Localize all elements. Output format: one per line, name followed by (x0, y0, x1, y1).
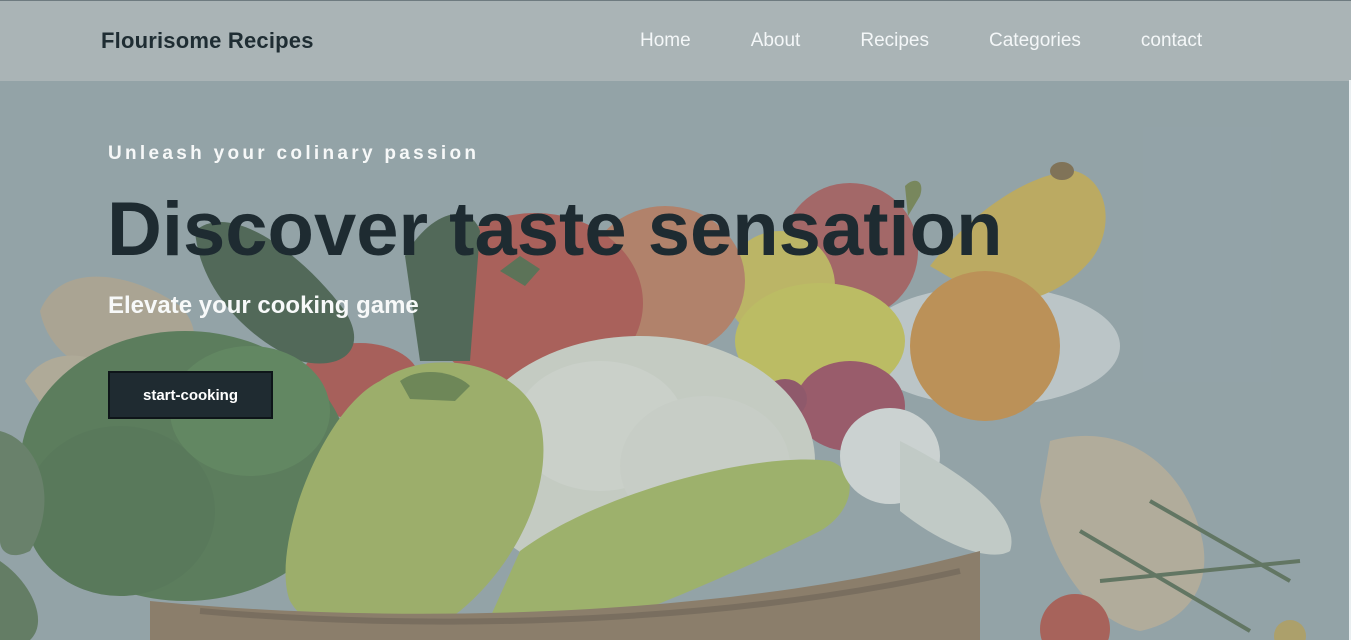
hero-subheading: Elevate your cooking game (108, 292, 419, 319)
nav-item-about: About (751, 30, 801, 52)
nav-link-categories[interactable]: Categories (989, 30, 1081, 52)
nav-link-contact[interactable]: contact (1141, 30, 1202, 52)
hero-tagline: Unleash your colinary passion (108, 143, 480, 164)
hero-headline: Discover taste sensation (107, 187, 1003, 272)
nav-link-about[interactable]: About (751, 30, 801, 52)
nav-item-home: Home (640, 30, 691, 52)
brand-logo-text[interactable]: Flourisome Recipes (101, 28, 314, 54)
nav-link-recipes[interactable]: Recipes (860, 30, 929, 52)
nav-item-categories: Categories (989, 30, 1081, 52)
nav-item-contact: contact (1141, 30, 1202, 52)
nav-menu: Home About Recipes Categories contact (640, 30, 1202, 52)
start-cooking-button[interactable]: start-cooking (108, 371, 273, 419)
landing-page: Flourisome Recipes Home About Recipes Ca… (0, 0, 1351, 640)
hero-section: Unleash your colinary passion Discover t… (0, 81, 1351, 640)
navbar: Flourisome Recipes Home About Recipes Ca… (0, 1, 1351, 81)
nav-item-recipes: Recipes (860, 30, 929, 52)
nav-link-home[interactable]: Home (640, 30, 691, 52)
